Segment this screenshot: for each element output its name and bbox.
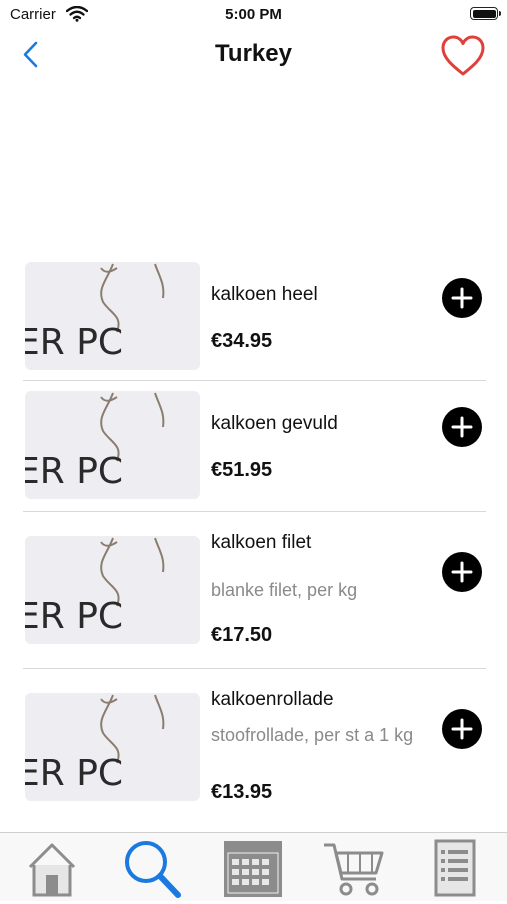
product-description: blanke filet, per kg [211, 580, 358, 600]
product-name: kalkoenrollade [211, 689, 334, 710]
add-to-cart-button[interactable] [442, 709, 482, 749]
product-image: ER PC [25, 262, 200, 370]
product-description: stoofrollade, per st a 1 kg [211, 725, 414, 745]
product-price: €51.95 [211, 459, 273, 481]
plus-icon [451, 416, 473, 438]
tab-calendar[interactable] [218, 837, 286, 899]
image-logo-text: ER PC [25, 451, 123, 492]
plus-icon [451, 718, 473, 740]
favorite-button[interactable] [439, 34, 487, 78]
product-name: kalkoen gevuld [211, 413, 338, 434]
home-icon [28, 843, 76, 897]
search-icon [125, 841, 181, 898]
product-image: ER PC [25, 391, 200, 499]
navigation-bar: Turkey [0, 30, 507, 80]
battery-icon [470, 7, 501, 20]
heart-icon [441, 35, 485, 76]
tab-list[interactable] [420, 837, 488, 899]
product-image: ER PC [25, 536, 200, 644]
cart-icon [324, 843, 384, 896]
status-bar: Carrier 5:00 PM [0, 0, 507, 30]
image-logo-text: ER PC [25, 753, 123, 794]
product-list: ER PC kalkoen heel €34.95 ER PC kalkoen … [23, 252, 486, 819]
product-price: €17.50 [211, 624, 273, 646]
add-to-cart-button[interactable] [442, 278, 482, 318]
calendar-icon [224, 841, 282, 897]
tab-bar [0, 832, 507, 901]
tab-home[interactable] [18, 837, 86, 899]
product-price: €13.95 [211, 781, 273, 803]
page-title: Turkey [215, 40, 292, 67]
product-name: kalkoen heel [211, 284, 318, 305]
product-price: €34.95 [211, 330, 273, 352]
plus-icon [451, 561, 473, 583]
product-row[interactable]: ER PC kalkoenrollade stoofrollade, per s… [23, 669, 486, 819]
image-logo-text: ER PC [25, 596, 123, 637]
tab-search[interactable] [118, 837, 186, 899]
status-time: 5:00 PM [225, 6, 282, 23]
image-logo-text: ER PC [25, 322, 123, 363]
product-row[interactable]: ER PC kalkoen filet blanke filet, per kg… [23, 512, 486, 669]
list-icon [434, 839, 476, 897]
tab-cart[interactable] [320, 837, 388, 899]
product-name: kalkoen filet [211, 532, 312, 553]
add-to-cart-button[interactable] [442, 407, 482, 447]
add-to-cart-button[interactable] [442, 552, 482, 592]
plus-icon [451, 287, 473, 309]
product-row[interactable]: ER PC kalkoen gevuld €51.95 [23, 381, 486, 512]
product-row[interactable]: ER PC kalkoen heel €34.95 [23, 252, 486, 381]
product-image: ER PC [25, 693, 200, 801]
